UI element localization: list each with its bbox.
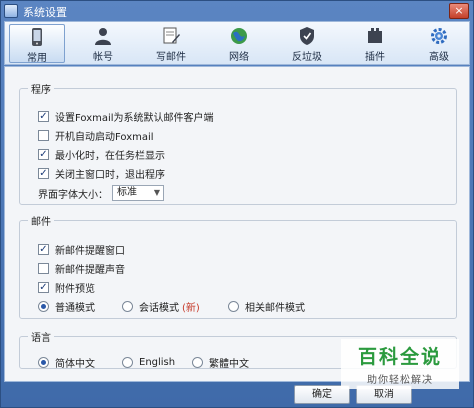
tab-general[interactable]: 常用 xyxy=(9,24,65,64)
app-icon xyxy=(4,4,18,18)
gear-icon xyxy=(431,28,447,44)
anti-spam-icon xyxy=(300,27,314,45)
language-simplified[interactable]: 简体中文 xyxy=(38,354,95,370)
language-traditional[interactable]: 繁體中文 xyxy=(192,354,249,370)
settings-content: 程序 ✓ 设置Foxmail为系统默认邮件客户端 开机自动启动Foxmail ✓… xyxy=(4,66,470,382)
view-mode-conversation-radio[interactable] xyxy=(122,300,133,312)
view-mode-related-radio[interactable] xyxy=(228,300,239,312)
new-mail-window-checkbox[interactable]: ✓ xyxy=(38,243,49,255)
font-size-select[interactable]: 标准 ▼ xyxy=(112,185,164,201)
font-size-row: 界面字体大小： 标准 ▼ xyxy=(38,185,164,201)
new-tag: (新) xyxy=(182,302,200,314)
tab-advanced[interactable]: 高级 xyxy=(411,24,467,63)
view-mode-related[interactable]: 相关邮件模式 xyxy=(228,298,305,314)
view-mode-normal[interactable]: 普通模式 xyxy=(38,298,95,314)
mail-legend: 邮件 xyxy=(31,217,51,228)
new-mail-window-option[interactable]: ✓ 新邮件提醒窗口 xyxy=(38,241,125,257)
font-size-label: 界面字体大小： xyxy=(38,189,108,201)
language-simplified-radio[interactable] xyxy=(38,356,49,368)
program-group: 程序 ✓ 设置Foxmail为系统默认邮件客户端 开机自动启动Foxmail ✓… xyxy=(19,81,457,205)
tab-write-mail[interactable]: 写邮件 xyxy=(143,24,199,63)
new-mail-sound-option[interactable]: 新邮件提醒声音 xyxy=(38,260,125,276)
close-exit-checkbox[interactable]: ✓ xyxy=(38,167,49,179)
language-english-radio[interactable] xyxy=(122,356,133,368)
watermark-logo: 百科全说 助你轻松解决 xyxy=(341,339,459,389)
tab-anti-spam[interactable]: 反垃圾 xyxy=(279,24,335,63)
view-mode-conversation[interactable]: 会话模式 (新) xyxy=(122,298,200,314)
program-legend: 程序 xyxy=(31,85,51,96)
language-english[interactable]: English xyxy=(122,354,175,370)
chevron-down-icon: ▼ xyxy=(153,188,160,197)
view-mode-normal-radio[interactable] xyxy=(38,300,49,312)
attachment-preview-checkbox[interactable]: ✓ xyxy=(38,281,49,293)
plugin-icon xyxy=(368,28,382,43)
set-default-option[interactable]: ✓ 设置Foxmail为系统默认邮件客户端 xyxy=(38,108,214,124)
close-exit-option[interactable]: ✓ 关闭主窗口时，退出程序 xyxy=(38,165,165,181)
tab-network[interactable]: 网络 xyxy=(211,24,267,63)
language-legend: 语言 xyxy=(31,333,51,344)
title-bar: 系统设置 × xyxy=(1,1,473,21)
minimize-tray-checkbox[interactable]: ✓ xyxy=(38,148,49,160)
settings-toolbar: 常用 帐号 写邮件 网络 反垃圾 插件 高级 xyxy=(4,21,470,65)
user-icon xyxy=(95,28,111,45)
autostart-checkbox[interactable] xyxy=(38,129,49,141)
settings-window: 系统设置 × 常用 帐号 写邮件 网络 反垃圾 插件 高级 程序 ✓ 设置Fox… xyxy=(0,0,474,408)
write-mail-icon xyxy=(163,27,180,44)
globe-icon xyxy=(231,28,247,44)
new-mail-sound-checkbox[interactable] xyxy=(38,262,49,274)
attachment-preview-option[interactable]: ✓ 附件预览 xyxy=(38,279,95,295)
autostart-option[interactable]: 开机自动启动Foxmail xyxy=(38,127,154,143)
tab-plugins[interactable]: 插件 xyxy=(347,24,403,63)
window-title: 系统设置 xyxy=(23,6,67,19)
minimize-tray-option[interactable]: ✓ 最小化时，在任务栏显示 xyxy=(38,146,165,162)
language-traditional-radio[interactable] xyxy=(192,356,203,368)
phone-icon xyxy=(32,28,42,46)
tab-account[interactable]: 帐号 xyxy=(75,24,131,63)
mail-group: 邮件 ✓ 新邮件提醒窗口 新邮件提醒声音 ✓ 附件预览 普通模式 会话模式 (新… xyxy=(19,213,457,319)
set-default-checkbox[interactable]: ✓ xyxy=(38,110,49,122)
close-button[interactable]: × xyxy=(449,3,469,19)
